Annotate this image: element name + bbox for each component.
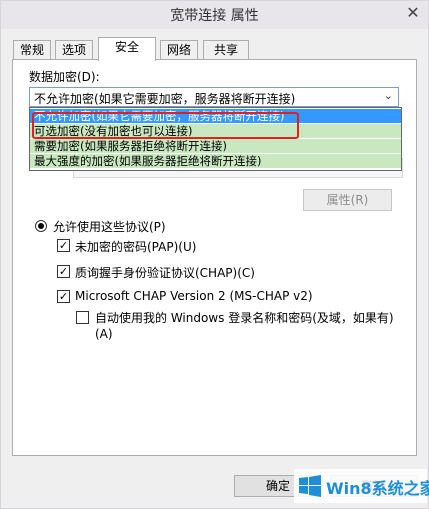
properties-button[interactable]: 属性(R) [303, 189, 392, 211]
encryption-selected-value: 不允许加密(如果它需要加密，服务器将断开连接) [34, 92, 296, 106]
windows-logo-icon [299, 475, 321, 497]
encryption-option-required[interactable]: 需要加密(如果服务器拒绝将断开连接) [30, 139, 401, 153]
security-panel: 数据加密(D): 不允许加密(如果它需要加密，服务器将断开连接) ⌄ 不允许加密… [12, 59, 417, 456]
allow-protocols-radio[interactable] [35, 220, 47, 232]
tab-security[interactable]: 安全 [98, 37, 156, 61]
pap-label: 未加密的密码(PAP)(U) [75, 240, 197, 254]
properties-dialog: 宽带连接 属性 ✕ 常规 选项 安全 网络 共享 数据加密(D): 不允许加密(… [0, 0, 429, 509]
auto-logon-label: 自动使用我的 Windows 登录名称和密码(及域，如果有)(A) [95, 311, 394, 341]
watermark-text: Win8系统之家 [326, 479, 429, 498]
tab-options[interactable]: 选项 [55, 40, 93, 60]
chap-checkbox[interactable]: ✓ [57, 265, 70, 278]
tab-general[interactable]: 常规 [13, 40, 51, 60]
encryption-select[interactable]: 不允许加密(如果它需要加密，服务器将断开连接) ⌄ [29, 87, 399, 107]
watermark: Win8系统之家 [294, 469, 429, 503]
encryption-label: 数据加密(D): [29, 70, 100, 84]
chap-label: 质询握手身份验证协议(CHAP)(C) [75, 266, 255, 280]
title-bar: 宽带连接 属性 ✕ [1, 1, 428, 29]
window-title: 宽带连接 属性 [170, 8, 259, 24]
highlight-outline [32, 112, 299, 139]
pap-checkbox[interactable]: ✓ [57, 239, 70, 252]
mschapv2-label: Microsoft CHAP Version 2 (MS-CHAP v2) [75, 289, 313, 303]
mschapv2-checkbox[interactable]: ✓ [57, 290, 70, 303]
encryption-option-maximum[interactable]: 最大强度的加密(如果服务器拒绝将断开连接) [30, 154, 401, 168]
tab-network[interactable]: 网络 [160, 40, 198, 60]
tab-sharing[interactable]: 共享 [203, 40, 249, 60]
allow-protocols-label: 允许使用这些协议(P) [53, 220, 166, 234]
close-icon[interactable]: ✕ [402, 3, 424, 23]
auto-logon-checkbox[interactable] [76, 311, 89, 324]
chevron-down-icon[interactable]: ⌄ [384, 89, 393, 102]
